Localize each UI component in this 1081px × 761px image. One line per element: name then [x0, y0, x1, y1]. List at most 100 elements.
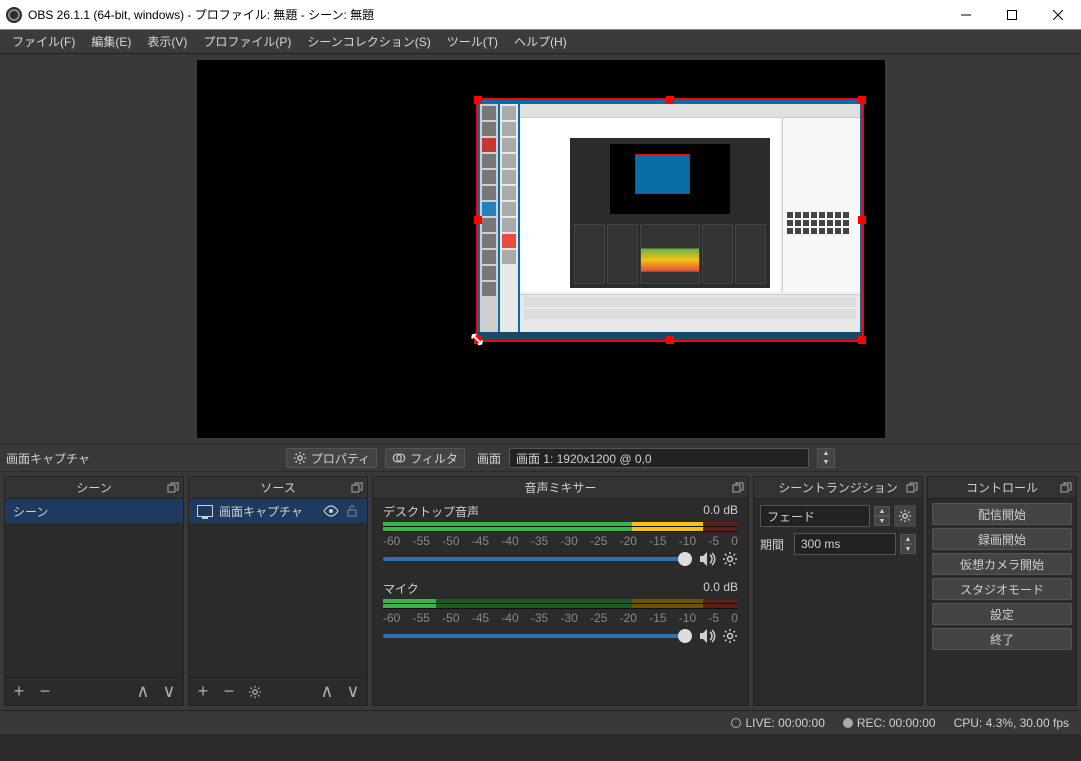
screen-select[interactable]: 画面 1: 1920x1200 @ 0,0	[509, 448, 809, 468]
add-scene-button[interactable]: +	[11, 684, 27, 700]
resize-handle-tr[interactable]	[858, 96, 866, 104]
source-selection-box[interactable]	[476, 98, 864, 342]
remove-scene-button[interactable]: −	[37, 684, 53, 700]
preview-area[interactable]	[0, 54, 1081, 444]
channel-db: 0.0 dB	[703, 580, 738, 597]
source-item[interactable]: 画面キャプチャ	[189, 499, 367, 523]
meter-scale: -60-55-50-45-40-35-30-25-20-15-10-50	[383, 534, 738, 548]
display-capture-icon	[197, 505, 213, 517]
channel-settings-icon[interactable]	[722, 551, 738, 567]
menu-profile[interactable]: プロファイル(P)	[195, 30, 299, 54]
start-record-button[interactable]: 録画開始	[932, 528, 1072, 550]
filters-icon	[392, 451, 406, 465]
resize-handle-br[interactable]	[858, 336, 866, 344]
minimize-button[interactable]	[943, 0, 989, 30]
channel-name: デスクトップ音声	[383, 503, 479, 520]
undock-icon[interactable]	[906, 482, 918, 494]
remove-source-button[interactable]: −	[221, 684, 237, 700]
meter-scale: -60-55-50-45-40-35-30-25-20-15-10-50	[383, 611, 738, 625]
speaker-icon[interactable]	[698, 550, 716, 568]
add-source-button[interactable]: +	[195, 684, 211, 700]
exit-button[interactable]: 終了	[932, 628, 1072, 650]
volume-slider[interactable]	[383, 634, 692, 638]
speaker-icon[interactable]	[698, 627, 716, 645]
menu-help[interactable]: ヘルプ(H)	[506, 30, 575, 54]
scene-down-button[interactable]: ∨	[161, 684, 177, 700]
live-indicator-icon	[731, 718, 741, 728]
slider-knob[interactable]	[678, 629, 692, 643]
mixer-channel-desktop: デスクトップ音声 0.0 dB -60-55-50-45-40-35-30-25…	[373, 499, 748, 568]
resize-handle-mr[interactable]	[858, 216, 866, 224]
scene-item[interactable]: シーン	[5, 499, 183, 523]
resize-handle-ml[interactable]	[474, 216, 482, 224]
docks-row: シーン シーン + − ∧ ∨ ソース 画面キャプチャ	[0, 472, 1081, 710]
maximize-button[interactable]	[989, 0, 1035, 30]
visibility-toggle-icon[interactable]	[323, 503, 339, 519]
preview-canvas[interactable]	[197, 60, 885, 438]
sources-toolbar: + − ∧ ∨	[189, 677, 367, 705]
menu-view[interactable]: 表示(V)	[139, 30, 195, 54]
mixer-channel-mic: マイク 0.0 dB -60-55-50-45-40-35-30-25-20-1…	[373, 576, 748, 645]
channel-name: マイク	[383, 580, 419, 597]
settings-button[interactable]: 設定	[932, 603, 1072, 625]
statusbar: LIVE: 00:00:00 REC: 00:00:00 CPU: 4.3%, …	[0, 710, 1081, 734]
channel-settings-icon[interactable]	[722, 628, 738, 644]
transition-spinner[interactable]: ▲▼	[874, 506, 890, 526]
rec-status: REC: 00:00:00	[843, 716, 936, 730]
studio-mode-button[interactable]: スタジオモード	[932, 578, 1072, 600]
selected-source-label: 画面キャプチャ	[6, 450, 90, 467]
controls-panel: コントロール 配信開始 録画開始 仮想カメラ開始 スタジオモード 設定 終了	[927, 476, 1077, 706]
menu-edit[interactable]: 編集(E)	[83, 30, 139, 54]
start-stream-button[interactable]: 配信開始	[932, 503, 1072, 525]
filters-button[interactable]: フィルタ	[385, 448, 465, 468]
slider-knob[interactable]	[678, 552, 692, 566]
screen-label: 画面	[477, 450, 501, 467]
source-properties-button[interactable]	[247, 684, 263, 700]
duration-label: 期間	[760, 536, 790, 553]
source-down-button[interactable]: ∨	[345, 684, 361, 700]
lock-toggle-icon[interactable]	[345, 504, 359, 518]
undock-icon[interactable]	[351, 482, 363, 494]
cpu-status: CPU: 4.3%, 30.00 fps	[954, 716, 1069, 730]
screen-spinner[interactable]: ▲▼	[817, 448, 835, 468]
transition-settings-button[interactable]	[894, 505, 916, 527]
sources-header: ソース	[189, 477, 367, 499]
audio-meter	[383, 522, 738, 532]
titlebar: OBS 26.1.1 (64-bit, windows) - プロファイル: 無…	[0, 0, 1081, 30]
sources-list[interactable]: 画面キャプチャ	[189, 499, 367, 677]
rec-indicator-icon	[843, 718, 853, 728]
start-virtualcam-button[interactable]: 仮想カメラ開始	[932, 553, 1072, 575]
transitions-body: フェード ▲▼ 期間 300 ms ▲▼	[754, 499, 922, 561]
sources-panel: ソース 画面キャプチャ + − ∧ ∨	[188, 476, 368, 706]
scenes-panel: シーン シーン + − ∧ ∨	[4, 476, 184, 706]
mixer-body: デスクトップ音声 0.0 dB -60-55-50-45-40-35-30-25…	[373, 499, 748, 705]
obs-logo-icon	[6, 7, 22, 23]
volume-slider[interactable]	[383, 557, 692, 561]
scenes-header: シーン	[5, 477, 183, 499]
menu-tools[interactable]: ツール(T)	[439, 30, 506, 54]
scenes-list[interactable]: シーン	[5, 499, 183, 677]
properties-button[interactable]: プロパティ	[286, 448, 377, 468]
resize-handle-tm[interactable]	[666, 96, 674, 104]
resize-handle-tl[interactable]	[474, 96, 482, 104]
menu-file[interactable]: ファイル(F)	[4, 30, 83, 54]
transitions-panel: シーントランジション フェード ▲▼ 期間 300 ms ▲▼	[753, 476, 923, 706]
resize-handle-bm[interactable]	[666, 336, 674, 344]
source-up-button[interactable]: ∧	[319, 684, 335, 700]
channel-db: 0.0 dB	[703, 503, 738, 520]
undock-icon[interactable]	[732, 482, 744, 494]
close-button[interactable]	[1035, 0, 1081, 30]
undock-icon[interactable]	[167, 482, 179, 494]
duration-spinner[interactable]: ▲▼	[900, 534, 916, 554]
source-toolbar: 画面キャプチャ プロパティ フィルタ 画面 画面 1: 1920x1200 @ …	[0, 444, 1081, 472]
menu-scene-collection[interactable]: シーンコレクション(S)	[299, 30, 438, 54]
undock-icon[interactable]	[1060, 482, 1072, 494]
audio-mixer-panel: 音声ミキサー デスクトップ音声 0.0 dB -60-55-50-45-40-3…	[372, 476, 749, 706]
duration-input[interactable]: 300 ms	[794, 533, 896, 555]
audio-meter	[383, 599, 738, 609]
menubar: ファイル(F) 編集(E) 表示(V) プロファイル(P) シーンコレクション(…	[0, 30, 1081, 54]
scene-up-button[interactable]: ∧	[135, 684, 151, 700]
scenes-toolbar: + − ∧ ∨	[5, 677, 183, 705]
transition-select[interactable]: フェード	[760, 505, 870, 527]
mixer-header: 音声ミキサー	[373, 477, 748, 499]
